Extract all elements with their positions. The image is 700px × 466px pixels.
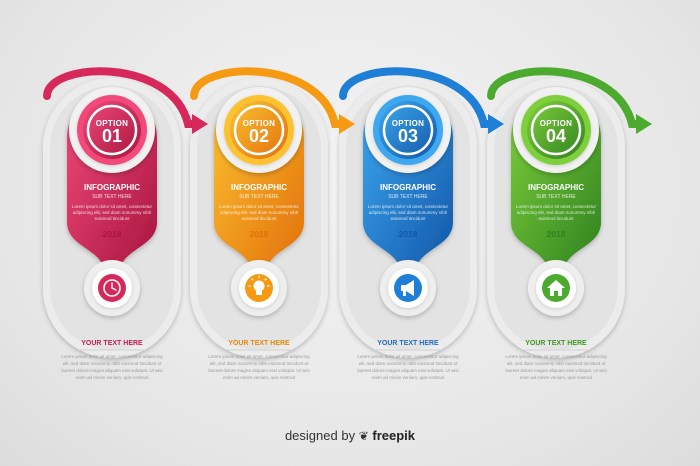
text-body: Lorem ipsum dolor sit amet, consectetur …	[61, 354, 163, 380]
option-column-4: OPTION 04 INFOGRAPHIC SUB TEXT HERE Lore…	[486, 0, 626, 466]
text-body: Lorem ipsum dolor sit amet, consectetur …	[208, 354, 310, 380]
option-column-3: OPTION 03 INFOGRAPHIC SUB TEXT HERE Lore…	[338, 0, 478, 466]
option-year: 2018	[398, 229, 418, 239]
option-column-2: OPTION 02 INFOGRAPHIC SUB TEXT HERE Lore…	[189, 0, 329, 466]
option-year: 2018	[249, 229, 269, 239]
option-subtitle: SUB TEXT HERE	[239, 194, 279, 200]
option-number: 04	[545, 126, 567, 146]
option-title: INFOGRAPHIC	[84, 183, 140, 192]
option-subtitle: SUB TEXT HERE	[536, 194, 576, 200]
text-heading: YOUR TEXT HERE	[525, 340, 587, 347]
option-description: Lorem ipsum dolor sit amet, consectetur …	[515, 204, 597, 221]
text-body: Lorem ipsum dolor sit amet, consectetur …	[505, 354, 607, 380]
option-subtitle: SUB TEXT HERE	[388, 194, 428, 200]
option-description: Lorem ipsum dolor sit amet, consectetur …	[367, 204, 449, 221]
option-column-1: OPTION 01 INFOGRAPHIC SUB TEXT HERE Lore…	[42, 0, 182, 466]
option-description: Lorem ipsum dolor sit amet, consectetur …	[71, 204, 153, 221]
text-heading: YOUR TEXT HERE	[377, 340, 439, 347]
text-body: Lorem ipsum dolor sit amet, consectetur …	[357, 354, 459, 380]
option-number: 02	[248, 126, 270, 146]
option-title: INFOGRAPHIC	[528, 183, 584, 192]
text-heading: YOUR TEXT HERE	[228, 340, 290, 347]
option-year: 2018	[102, 229, 122, 239]
freepik-logo-icon: ❦	[358, 429, 369, 443]
option-description: Lorem ipsum dolor sit amet, consectetur …	[218, 204, 300, 221]
arrow-head-4	[636, 114, 652, 134]
option-subtitle: SUB TEXT HERE	[92, 194, 132, 200]
option-number: 01	[101, 126, 123, 146]
credit-prefix: designed by	[284, 428, 356, 443]
option-title: INFOGRAPHIC	[380, 183, 436, 192]
freepik-credit: designed by ❦ freepik	[0, 428, 700, 443]
text-heading: YOUR TEXT HERE	[81, 340, 143, 347]
option-number: 03	[397, 126, 419, 146]
credit-brand: freepik	[372, 428, 416, 443]
option-title: INFOGRAPHIC	[231, 183, 287, 192]
option-year: 2018	[546, 229, 566, 239]
